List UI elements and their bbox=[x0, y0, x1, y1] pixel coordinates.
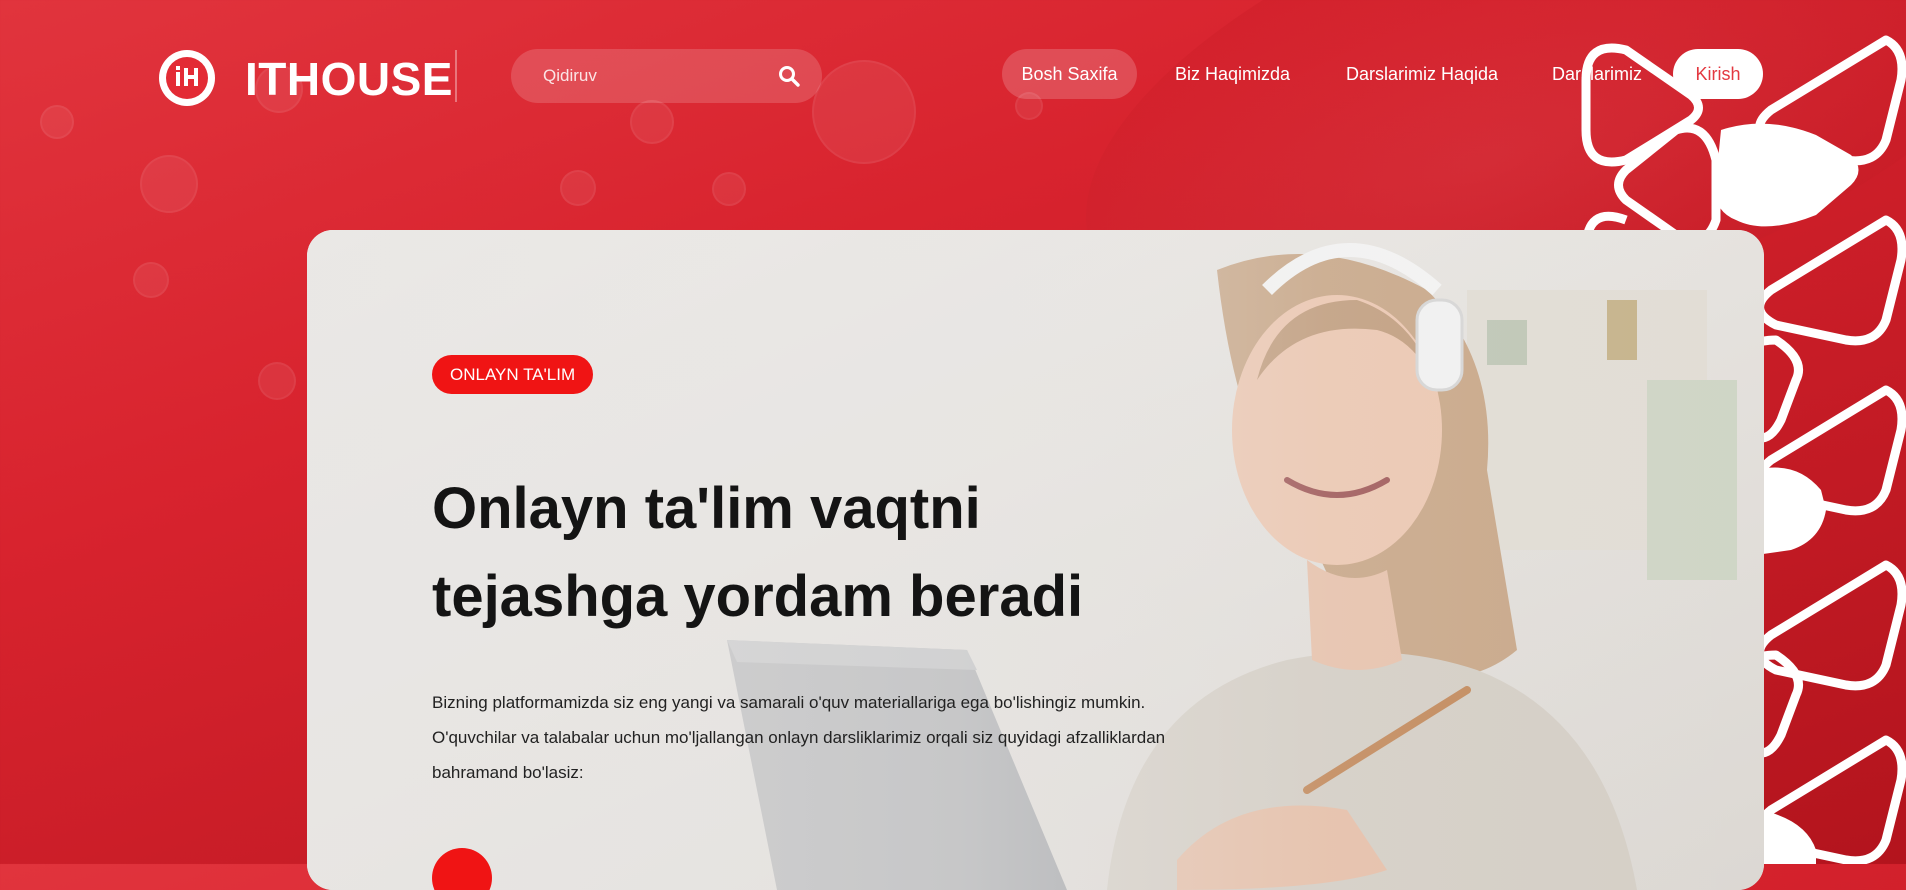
search-bar bbox=[511, 49, 822, 103]
hero-title-line: tejashga yordam beradi bbox=[432, 564, 1084, 629]
hero-description-line: bahramand bo'lasiz: bbox=[432, 763, 584, 782]
hero-description-line: O'quvchilar va talabalar uchun mo'ljalla… bbox=[432, 728, 1166, 747]
map-dot bbox=[133, 262, 169, 298]
search-input[interactable] bbox=[541, 65, 765, 87]
nav-about[interactable]: Biz Haqimizda bbox=[1175, 49, 1290, 99]
login-button[interactable]: Kirish bbox=[1673, 49, 1763, 99]
map-dot bbox=[140, 155, 198, 213]
map-dot bbox=[630, 100, 674, 144]
ithouse-logo-icon bbox=[166, 57, 208, 99]
map-dot bbox=[560, 170, 596, 206]
search-icon[interactable] bbox=[778, 65, 800, 87]
nav-home[interactable]: Bosh Saxifa bbox=[1002, 49, 1137, 99]
hero-description: Bizning platformamizda siz eng yangi va … bbox=[432, 685, 1222, 790]
header-divider bbox=[455, 50, 457, 102]
nav-lessons[interactable]: Darslarimiz bbox=[1552, 49, 1642, 99]
hero-title: Onlayn ta'lim vaqtni tejashga yordam ber… bbox=[432, 465, 1212, 641]
map-dot bbox=[40, 105, 74, 139]
logo[interactable] bbox=[159, 50, 215, 106]
category-badge: ONLAYN TA'LIM bbox=[432, 355, 594, 394]
map-dot bbox=[812, 60, 916, 164]
hero-title-line: Onlayn ta'lim vaqtni bbox=[432, 476, 981, 541]
hero-description-line: Bizning platformamizda siz eng yangi va … bbox=[432, 693, 1146, 712]
map-dot bbox=[712, 172, 746, 206]
hero-card: ONLAYN TA'LIM Onlayn ta'lim vaqtni tejas… bbox=[307, 230, 1764, 890]
nav-lessons-about[interactable]: Darslarimiz Haqida bbox=[1346, 49, 1498, 99]
map-dot bbox=[258, 362, 296, 400]
brand-name[interactable]: ITHOUSE bbox=[245, 52, 453, 106]
